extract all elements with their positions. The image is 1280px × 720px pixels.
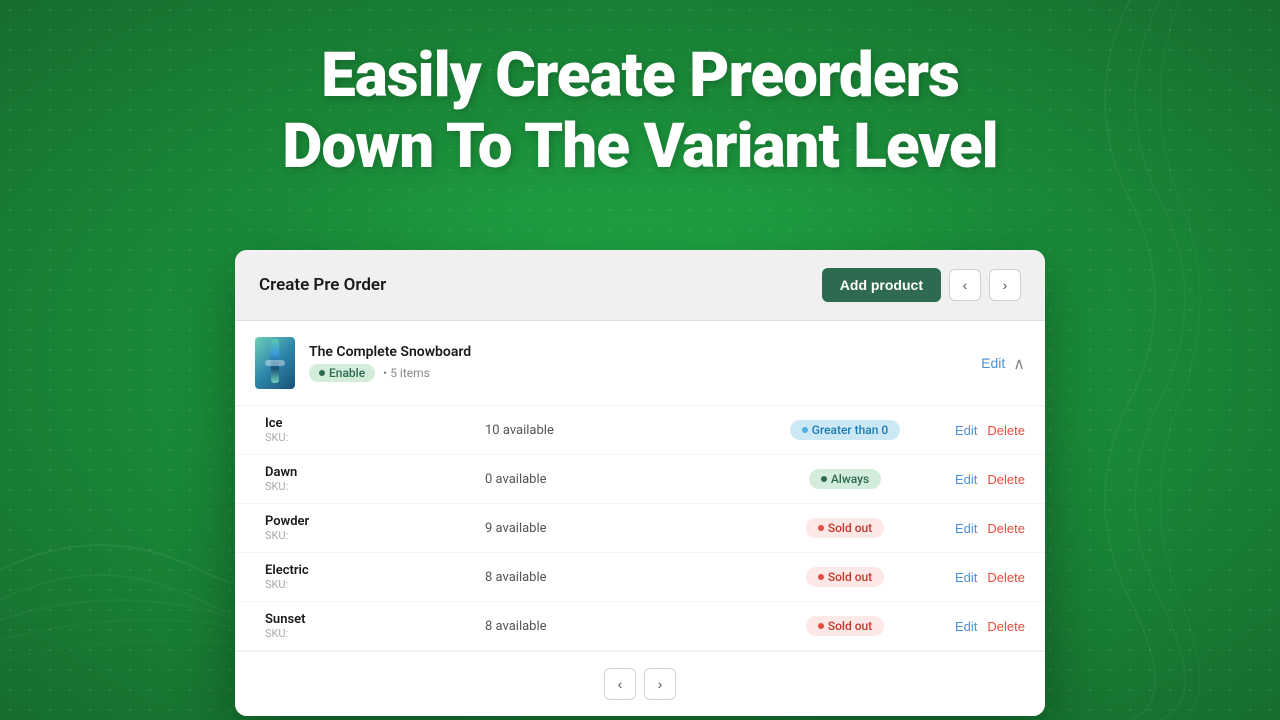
table-row: Powder SKU: 9 available Sold out Edit De…: [235, 504, 1045, 553]
variant-name-col: Powder SKU:: [265, 514, 465, 542]
variant-status-badge: Sold out: [806, 518, 884, 538]
product-status-badge: Enable: [309, 364, 375, 382]
nav-next-button[interactable]: ›: [989, 269, 1021, 301]
variant-status-badge: Always: [809, 469, 881, 489]
card-header: Create Pre Order Add product ‹ ›: [235, 250, 1045, 321]
variants-list: Ice SKU: 10 available Greater than 0 Edi…: [235, 406, 1045, 651]
variant-edit-button[interactable]: Edit: [955, 521, 977, 536]
variant-name: Dawn: [265, 465, 465, 480]
variant-status-col: Sold out: [765, 616, 925, 636]
card-footer: ‹ ›: [235, 651, 1045, 716]
page-next-button[interactable]: ›: [644, 668, 676, 700]
variant-sku: SKU:: [265, 529, 465, 542]
main-card: Create Pre Order Add product ‹ › The Com…: [235, 250, 1045, 716]
variant-edit-button[interactable]: Edit: [955, 472, 977, 487]
hero-line2: Down To The Variant Level: [282, 110, 997, 183]
variant-status-col: Sold out: [765, 518, 925, 538]
variant-delete-button[interactable]: Delete: [987, 619, 1025, 634]
hero-line1: Easily Create Preorders: [321, 39, 959, 112]
variant-edit-col: Edit Delete: [925, 570, 1025, 585]
variant-stock: 8 available: [465, 619, 765, 634]
product-info: The Complete Snowboard Enable • 5 items: [255, 337, 471, 389]
card-wrapper: Create Pre Order Add product ‹ › The Com…: [235, 250, 1045, 716]
variant-name-col: Dawn SKU:: [265, 465, 465, 493]
hero-section: Easily Create Preorders Down To The Vari…: [0, 0, 1280, 183]
variant-status-col: Sold out: [765, 567, 925, 587]
variant-delete-button[interactable]: Delete: [987, 521, 1025, 536]
variant-status-badge: Sold out: [806, 616, 884, 636]
variant-stock: 9 available: [465, 521, 765, 536]
variant-name: Powder: [265, 514, 465, 529]
variant-sku: SKU:: [265, 480, 465, 493]
table-row: Ice SKU: 10 available Greater than 0 Edi…: [235, 406, 1045, 455]
variant-edit-col: Edit Delete: [925, 619, 1025, 634]
product-details: The Complete Snowboard Enable • 5 items: [309, 344, 471, 382]
variant-edit-col: Edit Delete: [925, 423, 1025, 438]
product-image: [255, 337, 295, 389]
variant-sku: SKU:: [265, 627, 465, 640]
header-actions: Add product ‹ ›: [822, 268, 1021, 302]
page-prev-button[interactable]: ‹: [604, 668, 636, 700]
variant-status-badge: Greater than 0: [790, 420, 900, 440]
variant-name-col: Sunset SKU:: [265, 612, 465, 640]
add-product-button[interactable]: Add product: [822, 268, 941, 302]
variant-name: Electric: [265, 563, 465, 578]
product-actions: Edit ∧: [981, 354, 1025, 373]
variant-status-badge: Sold out: [806, 567, 884, 587]
variant-name: Ice: [265, 416, 465, 431]
product-items-count: • 5 items: [383, 366, 430, 380]
table-row: Electric SKU: 8 available Sold out Edit …: [235, 553, 1045, 602]
table-row: Sunset SKU: 8 available Sold out Edit De…: [235, 602, 1045, 651]
variant-edit-col: Edit Delete: [925, 472, 1025, 487]
product-edit-button[interactable]: Edit: [981, 355, 1005, 371]
card-title: Create Pre Order: [259, 275, 386, 295]
table-row: Dawn SKU: 0 available Always Edit Delete: [235, 455, 1045, 504]
variant-sku: SKU:: [265, 578, 465, 591]
variant-edit-col: Edit Delete: [925, 521, 1025, 536]
variant-status-col: Always: [765, 469, 925, 489]
variant-delete-button[interactable]: Delete: [987, 472, 1025, 487]
variant-name-col: Electric SKU:: [265, 563, 465, 591]
variant-stock: 10 available: [465, 423, 765, 438]
product-meta: Enable • 5 items: [309, 364, 471, 382]
variant-status-col: Greater than 0: [765, 420, 925, 440]
variant-stock: 8 available: [465, 570, 765, 585]
nav-prev-button[interactable]: ‹: [949, 269, 981, 301]
variant-delete-button[interactable]: Delete: [987, 570, 1025, 585]
variant-name-col: Ice SKU:: [265, 416, 465, 444]
variant-name: Sunset: [265, 612, 465, 627]
product-name: The Complete Snowboard: [309, 344, 471, 360]
hero-title: Easily Create Preorders Down To The Vari…: [0, 40, 1280, 183]
variant-stock: 0 available: [465, 472, 765, 487]
variant-edit-button[interactable]: Edit: [955, 619, 977, 634]
variant-sku: SKU:: [265, 431, 465, 444]
product-header-row: The Complete Snowboard Enable • 5 items …: [235, 321, 1045, 406]
variant-edit-button[interactable]: Edit: [955, 570, 977, 585]
card-body: The Complete Snowboard Enable • 5 items …: [235, 321, 1045, 651]
variant-delete-button[interactable]: Delete: [987, 423, 1025, 438]
variant-edit-button[interactable]: Edit: [955, 423, 977, 438]
chevron-up-icon[interactable]: ∧: [1013, 354, 1025, 373]
